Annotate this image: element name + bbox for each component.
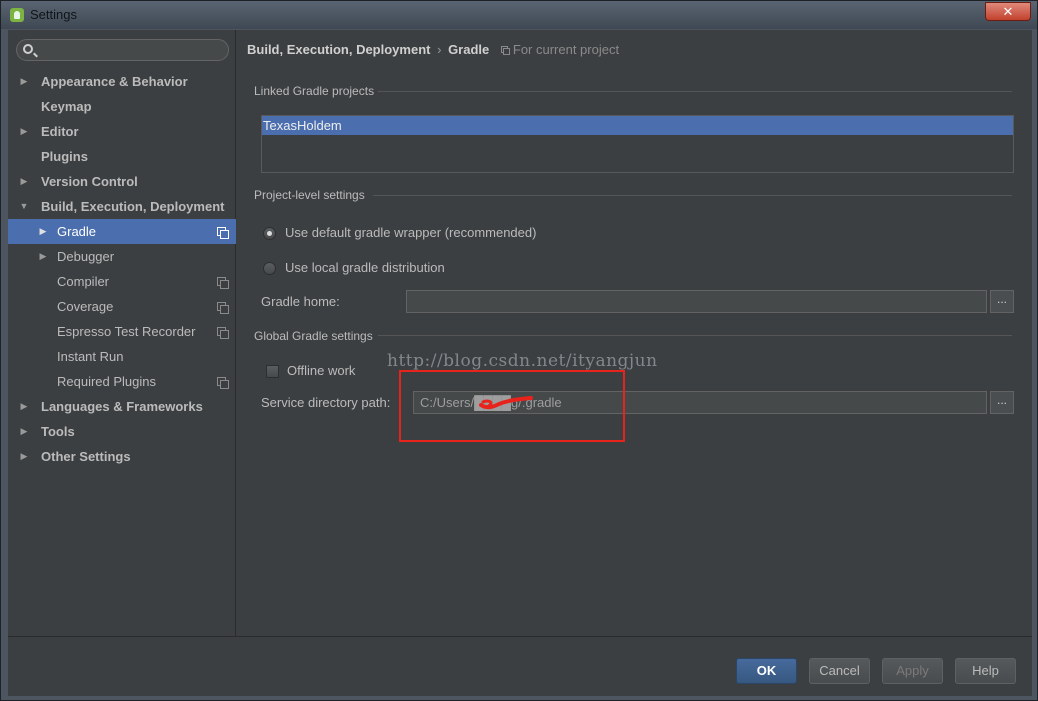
chevron-right-icon[interactable]: ▶	[18, 444, 30, 469]
sidebar-item-label: Tools	[41, 424, 75, 439]
divider	[373, 195, 1012, 196]
divider	[378, 91, 1012, 92]
gradle-home-browse-button[interactable]: ...	[990, 290, 1014, 313]
sidebar-item-version-control[interactable]: ▶ Version Control	[8, 169, 236, 194]
dialog-body: ▶ Appearance & Behavior Keymap ▶ Editor …	[8, 30, 1032, 696]
sidebar-item-coverage[interactable]: Coverage	[8, 294, 236, 319]
section-linked-projects: Linked Gradle projects	[254, 84, 375, 98]
cancel-button[interactable]: Cancel	[809, 658, 870, 684]
sidebar-item-label: Instant Run	[57, 349, 124, 364]
sidebar-item-languages-frameworks[interactable]: ▶ Languages & Frameworks	[8, 394, 236, 419]
gradle-home-field[interactable]	[406, 290, 987, 313]
project-scope-icon	[217, 327, 229, 339]
section-project-level: Project-level settings	[254, 188, 365, 202]
list-item[interactable]: TexasHoldem	[262, 116, 1013, 135]
gradle-settings-panel: Build, Execution, Deployment › Gradle Fo…	[237, 30, 1032, 636]
chevron-right-icon[interactable]: ▶	[18, 119, 30, 144]
sidebar-item-label: Editor	[41, 124, 79, 139]
project-scope-icon	[500, 46, 510, 55]
chevron-right-icon[interactable]: ▶	[18, 69, 30, 94]
sidebar-item-label: Version Control	[41, 174, 138, 189]
sidebar-item-label: Espresso Test Recorder	[57, 324, 196, 339]
linked-projects-list[interactable]: TexasHoldem	[261, 115, 1014, 173]
sidebar-item-appearance-behavior[interactable]: ▶ Appearance & Behavior	[8, 69, 236, 94]
chevron-right-icon[interactable]: ▶	[18, 169, 30, 194]
sidebar-item-gradle[interactable]: ▶ Gradle	[8, 219, 236, 244]
settings-tree: ▶ Appearance & Behavior Keymap ▶ Editor …	[8, 69, 236, 469]
section-global-gradle: Global Gradle settings	[254, 329, 373, 343]
radio-label: Use local gradle distribution	[285, 260, 445, 275]
gradle-home-label: Gradle home:	[261, 294, 340, 309]
sidebar-item-label: Debugger	[57, 249, 115, 264]
chevron-right-icon[interactable]: ▶	[18, 419, 30, 444]
annotation-scribble	[479, 396, 533, 410]
breadcrumb-parent: Build, Execution, Deployment	[247, 42, 431, 57]
chevron-right-icon[interactable]: ▶	[37, 244, 49, 269]
watermark-text: http://blog.csdn.net/ityangjun	[387, 351, 658, 371]
chevron-right-icon[interactable]: ▶	[37, 219, 49, 244]
apply-button[interactable]: Apply	[882, 658, 943, 684]
sidebar-item-debugger[interactable]: ▶ Debugger	[8, 244, 236, 269]
sidebar-item-compiler[interactable]: Compiler	[8, 269, 236, 294]
search-box[interactable]	[16, 39, 229, 61]
project-scope-icon	[217, 227, 229, 239]
sidebar-item-plugins[interactable]: Plugins	[8, 144, 236, 169]
sidebar-item-label: Languages & Frameworks	[41, 399, 203, 414]
radio-label: Use default gradle wrapper (recommended)	[285, 225, 537, 240]
breadcrumb-current: Gradle	[448, 42, 490, 57]
checkbox-label: Offline work	[287, 363, 356, 378]
search-input[interactable]	[39, 42, 224, 58]
sidebar-item-required-plugins[interactable]: Required Plugins	[8, 369, 236, 394]
sidebar-item-label: Coverage	[57, 299, 114, 314]
service-directory-label: Service directory path:	[261, 395, 391, 410]
scope-indicator: For current project	[500, 42, 620, 57]
chevron-right-icon[interactable]: ▶	[18, 394, 30, 419]
sidebar-item-label: Appearance & Behavior	[41, 74, 188, 89]
sidebar-item-tools[interactable]: ▶ Tools	[8, 419, 236, 444]
sidebar-item-label: Required Plugins	[57, 374, 157, 389]
sidebar-item-label: Plugins	[41, 149, 88, 164]
sidebar-item-label: Compiler	[57, 274, 110, 289]
breadcrumb: Build, Execution, Deployment › Gradle Fo…	[247, 42, 619, 57]
window-title: Settings	[30, 7, 77, 22]
sidebar-item-instant-run[interactable]: Instant Run	[8, 344, 236, 369]
sidebar-item-other-settings[interactable]: ▶ Other Settings	[8, 444, 236, 469]
sidebar-item-editor[interactable]: ▶ Editor	[8, 119, 236, 144]
dialog-button-bar: OK Cancel Apply Help	[8, 636, 1032, 696]
sidebar-item-label: Keymap	[41, 99, 92, 114]
sidebar-item-label: Build, Execution, Deployment	[41, 199, 225, 214]
service-directory-browse-button[interactable]: ...	[990, 391, 1014, 414]
chevron-down-icon[interactable]: ▼	[18, 194, 30, 219]
radio-button-checked[interactable]	[263, 227, 276, 240]
checkbox[interactable]	[266, 365, 279, 378]
sidebar-item-label: Gradle	[57, 224, 97, 239]
settings-sidebar: ▶ Appearance & Behavior Keymap ▶ Editor …	[8, 30, 236, 636]
project-scope-icon	[217, 377, 229, 389]
close-button[interactable]: ✕	[985, 2, 1031, 21]
sidebar-item-espresso-test-recorder[interactable]: Espresso Test Recorder	[8, 319, 236, 344]
ok-button[interactable]: OK	[736, 658, 797, 684]
android-studio-icon	[10, 8, 24, 22]
breadcrumb-separator: ›	[437, 42, 442, 57]
sidebar-item-label: Other Settings	[41, 449, 131, 464]
scope-label: For current project	[512, 42, 620, 57]
divider	[378, 335, 1012, 336]
sidebar-item-keymap[interactable]: Keymap	[8, 94, 236, 119]
settings-window: Settings ✕ ▶ Appearance & Behavior Keyma…	[0, 0, 1038, 701]
title-bar: Settings ✕	[1, 1, 1037, 29]
radio-button[interactable]	[263, 262, 276, 275]
search-icon	[23, 44, 33, 54]
project-scope-icon	[217, 302, 229, 314]
sidebar-item-build-execution-deployment[interactable]: ▼ Build, Execution, Deployment	[8, 194, 236, 219]
project-scope-icon	[217, 277, 229, 289]
help-button[interactable]: Help	[955, 658, 1016, 684]
